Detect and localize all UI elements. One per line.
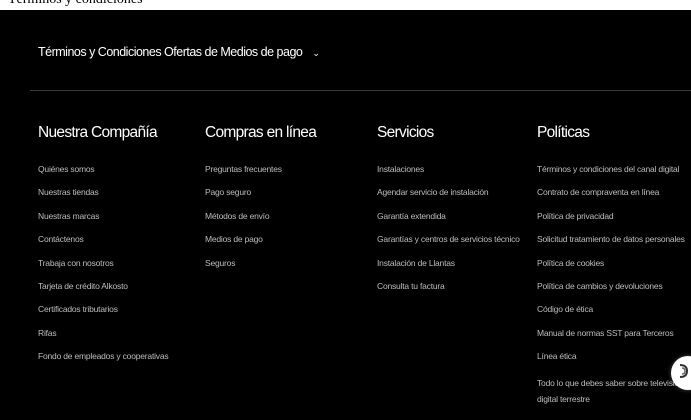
footer-link-garantias-servicio-tecnico[interactable]: Garantías y centros de servicios técnico: [377, 234, 520, 244]
chat-support-icon: [677, 363, 691, 384]
footer-link-preguntas-frecuentes[interactable]: Preguntas frecuentes: [205, 164, 316, 174]
footer-link-agendar-instalacion[interactable]: Agendar servicio de instalación: [377, 187, 520, 197]
footer-link-manual-sst[interactable]: Manual de normas SST para Terceros: [537, 328, 691, 338]
footer-link-nuestras-tiendas[interactable]: Nuestras tiendas: [38, 187, 168, 197]
footer-link-metodos-envio[interactable]: Métodos de envío: [205, 211, 316, 221]
footer-link-politica-cookies[interactable]: Política de cookies: [537, 258, 691, 268]
footer-link-medios-pago[interactable]: Medios de pago: [205, 234, 316, 244]
footer-link-contactenos[interactable]: Contáctenos: [38, 234, 168, 244]
footer-link-seguros[interactable]: Seguros: [205, 258, 316, 268]
footer-link-consulta-factura[interactable]: Consulta tu factura: [377, 281, 520, 291]
footer-link-politica-privacidad[interactable]: Política de privacidad: [537, 211, 691, 221]
footer-link-linea-etica[interactable]: Línea ética: [537, 351, 691, 361]
footer-link-codigo-etica[interactable]: Código de ética: [537, 304, 691, 314]
column-heading-company: Nuestra Compañía: [38, 124, 158, 141]
footer-link-pago-seguro[interactable]: Pago seguro: [205, 187, 316, 197]
footer-column-company: Nuestra Compañía Quiénes somos Nuestras …: [38, 124, 169, 375]
footer-link-quienes-somos[interactable]: Quiénes somos: [38, 164, 168, 174]
footer-column-online-shopping: Compras en línea Preguntas frecuentes Pa…: [205, 124, 317, 281]
footer-link-tratamiento-datos[interactable]: Solicitud tratamiento de datos personale…: [537, 234, 691, 244]
column-heading-services: Servicios: [377, 124, 434, 141]
footer-link-certificados[interactable]: Certificados tributarios: [38, 304, 168, 314]
footer-link-rifas[interactable]: Rifas: [38, 328, 168, 338]
footer-link-garantia-extendida[interactable]: Garantía extendida: [377, 211, 520, 221]
column-heading-online-shopping: Compras en línea: [205, 124, 317, 141]
top-clipped-heading: Términos y condiciones: [0, 0, 691, 10]
footer-link-nuestras-marcas[interactable]: Nuestras marcas: [38, 211, 168, 221]
footer-divider: [30, 90, 691, 91]
footer-link-fondo-empleados[interactable]: Fondo de empleados y cooperativas: [38, 351, 169, 361]
clipped-heading-text: Términos y condiciones: [8, 0, 143, 8]
footer-link-television-digital[interactable]: Todo lo que debes saber sobre televisión…: [537, 375, 691, 407]
footer-link-instalaciones[interactable]: Instalaciones: [377, 164, 520, 174]
footer-link-cambios-devoluciones[interactable]: Política de cambios y devoluciones: [537, 281, 691, 291]
terms-offers-dropdown[interactable]: Términos y Condiciones Ofertas de Medios…: [38, 45, 320, 59]
footer-column-policies: Políticas Términos y condiciones del can…: [537, 124, 691, 420]
footer-link-contrato-compraventa[interactable]: Contrato de compraventa en línea: [537, 187, 691, 197]
footer-column-services: Servicios Instalaciones Agendar servicio…: [377, 124, 520, 304]
footer-link-trabaja-con-nosotros[interactable]: Trabaja con nosotros: [38, 258, 168, 268]
terms-offers-label: Términos y Condiciones Ofertas de Medios…: [38, 45, 303, 59]
footer-link-terminos-canal-digital[interactable]: Términos y condiciones del canal digital: [537, 164, 691, 174]
column-heading-policies: Políticas: [537, 124, 590, 141]
footer-link-instalacion-llantas[interactable]: Instalación de Llantas: [377, 258, 520, 268]
chevron-down-icon: ⌄: [312, 47, 320, 58]
footer-link-tarjeta-credito[interactable]: Tarjeta de crédito Alkosto: [38, 281, 168, 291]
